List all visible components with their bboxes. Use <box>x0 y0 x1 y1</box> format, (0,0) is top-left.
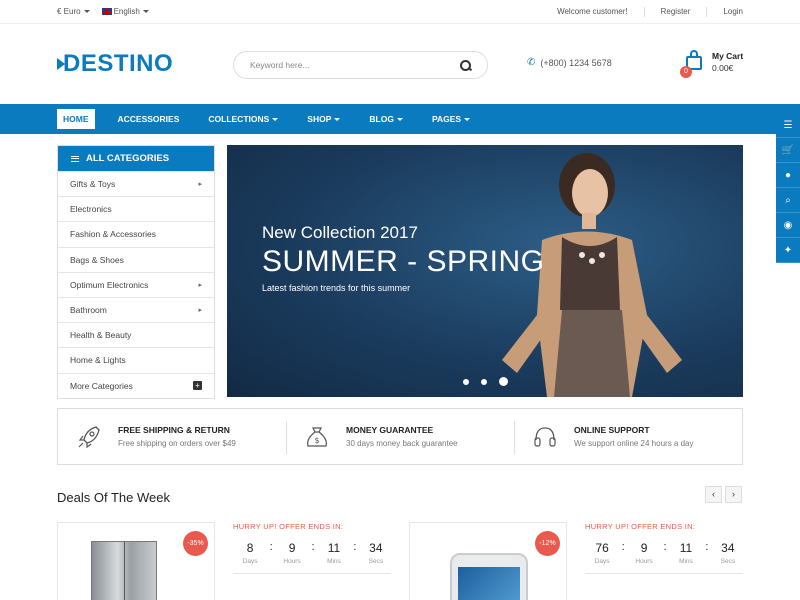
feature-money: $ MONEY GUARANTEE 30 days money back guar… <box>286 409 514 464</box>
category-item[interactable]: Health & Beauty <box>58 322 214 347</box>
hero-banner[interactable]: New Collection 2017 SUMMER - SPRING Late… <box>227 145 743 397</box>
deal-product-image[interactable]: -12% <box>409 522 567 600</box>
next-arrow-icon[interactable]: › <box>725 486 742 503</box>
cart-icon[interactable]: 🛒 <box>776 138 800 163</box>
chevron-down-icon <box>142 10 149 14</box>
fridge-image <box>91 541 157 600</box>
welcome-text: Welcome customer! <box>557 6 628 16</box>
cart-bag-icon: 0 <box>680 50 704 78</box>
top-bar: € Euro English Welcome customer! Registe… <box>0 0 800 24</box>
more-categories[interactable]: More Categories + <box>58 372 214 398</box>
phone-icon: ✆ <box>527 57 536 68</box>
cart-total: 0.00€ <box>712 63 734 73</box>
money-bag-icon: $ <box>307 426 327 447</box>
category-item[interactable]: Bathroom ▸ <box>58 296 214 322</box>
side-toolbar: ☰ 🛒 ● ⌕ ◉ ✦ <box>776 113 800 263</box>
header: DESTINO Keyword here... ✆ (+800) 1234 56… <box>0 24 800 104</box>
chevron-down-icon <box>464 117 471 121</box>
share-icon[interactable]: ✦ <box>776 238 800 263</box>
nav-collections[interactable]: COLLECTIONS <box>208 114 279 124</box>
category-item[interactable]: Optimum Electronics ▸ <box>58 271 214 297</box>
chevron-down-icon <box>83 10 90 14</box>
chevron-down-icon <box>396 117 403 121</box>
nav-accessories[interactable]: ACCESSORIES <box>118 114 180 124</box>
slider-dot[interactable] <box>481 378 487 385</box>
uk-flag-icon <box>101 8 112 16</box>
category-item[interactable]: Home & Lights <box>58 347 214 372</box>
search-icon[interactable] <box>460 59 471 71</box>
discount-badge: -12% <box>535 531 560 556</box>
chevron-down-icon <box>334 117 341 121</box>
login-link[interactable]: Login <box>706 6 743 17</box>
categories-menu: ALL CATEGORIES Gifts & Toys ▸ Electronics… <box>57 145 215 399</box>
discount-badge: -35% <box>183 531 208 556</box>
category-item[interactable]: Fashion & Accessories <box>58 221 214 246</box>
phone-contact: ✆ (+800) 1234 5678 <box>527 57 612 68</box>
slider-dot-active[interactable] <box>499 377 508 386</box>
search-input[interactable]: Keyword here... <box>233 51 488 79</box>
search-icon[interactable]: ⌕ <box>776 188 800 213</box>
slider-dots <box>463 377 508 386</box>
nav-home[interactable]: HOME <box>57 109 95 129</box>
cart-count-badge: 0 <box>680 66 692 78</box>
deal-countdown: HURRY UP! OFFER ENDS IN: 76 Days : 9 Hours… <box>585 522 745 574</box>
features-strip: FREE SHIPPING & RETURN Free shipping on o… <box>57 408 743 465</box>
plus-icon: + <box>193 381 202 391</box>
slider-dot[interactable] <box>463 378 469 385</box>
logo[interactable]: DESTINO <box>57 50 173 78</box>
chevron-down-icon <box>272 117 279 121</box>
register-link[interactable]: Register <box>643 6 707 17</box>
chevron-right-icon: ▸ <box>198 307 202 315</box>
cart-title: My Cart <box>712 51 744 61</box>
banner-subtitle: New Collection 2017 <box>262 223 418 242</box>
language-select[interactable]: English <box>101 7 149 16</box>
nav-pages[interactable]: PAGES <box>432 114 471 124</box>
chevron-right-icon: ▸ <box>198 281 202 289</box>
feature-shipping: FREE SHIPPING & RETURN Free shipping on o… <box>58 409 286 464</box>
category-item[interactable]: Electronics <box>58 196 214 221</box>
nav-shop[interactable]: SHOP <box>307 114 341 124</box>
banner-title: SUMMER - SPRING <box>262 245 545 278</box>
list-icon[interactable]: ☰ <box>776 113 800 138</box>
nav-blog[interactable]: BLOG <box>369 114 403 124</box>
eye-icon[interactable]: ◉ <box>776 213 800 238</box>
deal-countdown: HURRY UP! OFFER ENDS IN: 8 Days : 9 Hours … <box>233 522 393 574</box>
headphones-icon <box>534 426 556 447</box>
user-icon[interactable]: ● <box>776 163 800 188</box>
svg-text:$: $ <box>314 436 319 445</box>
category-item[interactable]: Bags & Shoes <box>58 246 214 272</box>
hamburger-icon <box>71 155 79 162</box>
phone-image <box>450 553 528 600</box>
deals-title: Deals Of The Week <box>57 490 170 505</box>
rocket-icon <box>78 425 100 448</box>
currency-select[interactable]: € Euro <box>57 7 90 16</box>
feature-support: ONLINE SUPPORT We support online 24 hours… <box>514 409 742 464</box>
prev-arrow-icon[interactable]: ‹ <box>705 486 722 503</box>
categories-header[interactable]: ALL CATEGORIES <box>58 146 214 171</box>
deal-product-image[interactable]: -35% <box>57 522 215 600</box>
banner-text: Latest fashion trends for this summer <box>262 283 411 293</box>
category-item[interactable]: Gifts & Toys ▸ <box>58 171 214 196</box>
deals-nav: ‹ › <box>705 486 742 503</box>
main-nav: HOME ACCESSORIES COLLECTIONS SHOP BLOG P… <box>0 104 800 134</box>
chevron-right-icon: ▸ <box>198 181 202 189</box>
cart-widget[interactable]: 0 My Cart 0.00€ <box>680 50 744 78</box>
